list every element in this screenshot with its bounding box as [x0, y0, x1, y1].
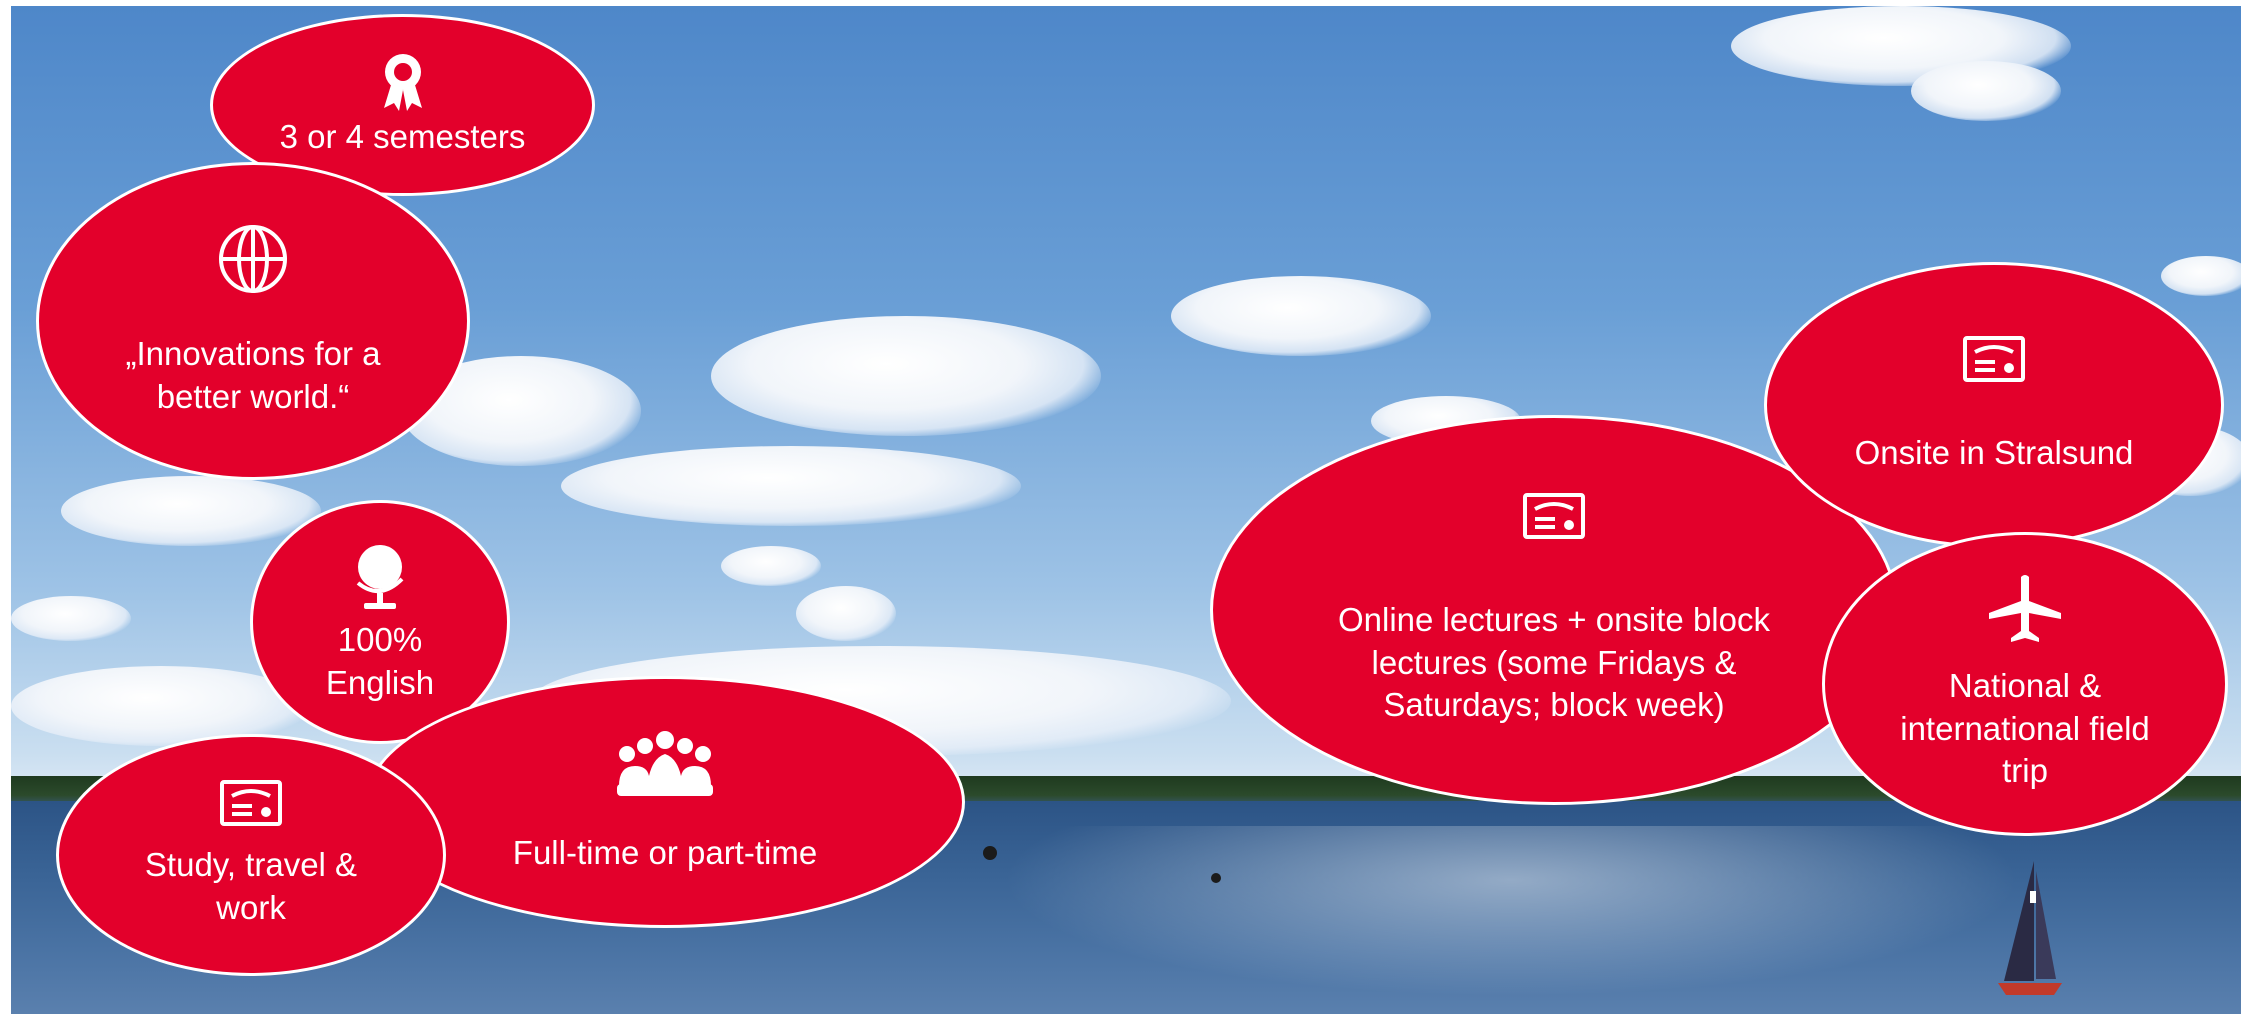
bubble-text: 100% English — [325, 621, 435, 701]
bubble-fieldtrip: National & international field trip — [1822, 532, 2228, 836]
bubble-innovations: „Innovations for a better world.“ — [36, 162, 470, 480]
bubble-text: Online lectures + onsite block lectures … — [1338, 600, 1770, 724]
certificate-icon — [1963, 335, 2025, 382]
bubble-text: „Innovations for a better world.“ — [125, 335, 381, 415]
bubble-onsite: Onsite in Stralsund — [1764, 262, 2224, 548]
cloud — [11, 596, 131, 641]
bubble-text: Onsite in Stralsund — [1854, 433, 2134, 471]
desk-globe-icon — [356, 545, 404, 610]
cloud — [1911, 61, 2061, 121]
cloud — [1171, 276, 1431, 356]
cloud — [711, 316, 1101, 436]
airplane-icon — [1989, 574, 2061, 642]
cloud — [561, 446, 1021, 526]
buoy — [983, 846, 997, 860]
bubble-study: Study, travel & work — [56, 734, 446, 976]
bubble-fulltime: Full-time or part-time — [365, 676, 965, 928]
cloud — [796, 586, 896, 641]
globe-grid-icon — [219, 225, 287, 294]
bubble-text: Full-time or part-time — [512, 833, 818, 871]
cloud — [2161, 256, 2241, 296]
water-glitter — [961, 826, 2061, 1006]
bubble-text: National & international field trip — [1900, 666, 2150, 790]
award-ribbon-icon — [383, 53, 422, 111]
cloud — [61, 476, 321, 546]
certificate-icon — [220, 780, 282, 827]
certificate-icon — [1523, 492, 1585, 539]
group-people-icon — [617, 730, 713, 796]
buoy — [1211, 873, 1221, 883]
bubble-text: Study, travel & work — [144, 846, 358, 926]
cloud — [721, 546, 821, 586]
bubble-text: 3 or 4 semesters — [279, 117, 526, 155]
sailboat-image — [1998, 861, 2062, 995]
